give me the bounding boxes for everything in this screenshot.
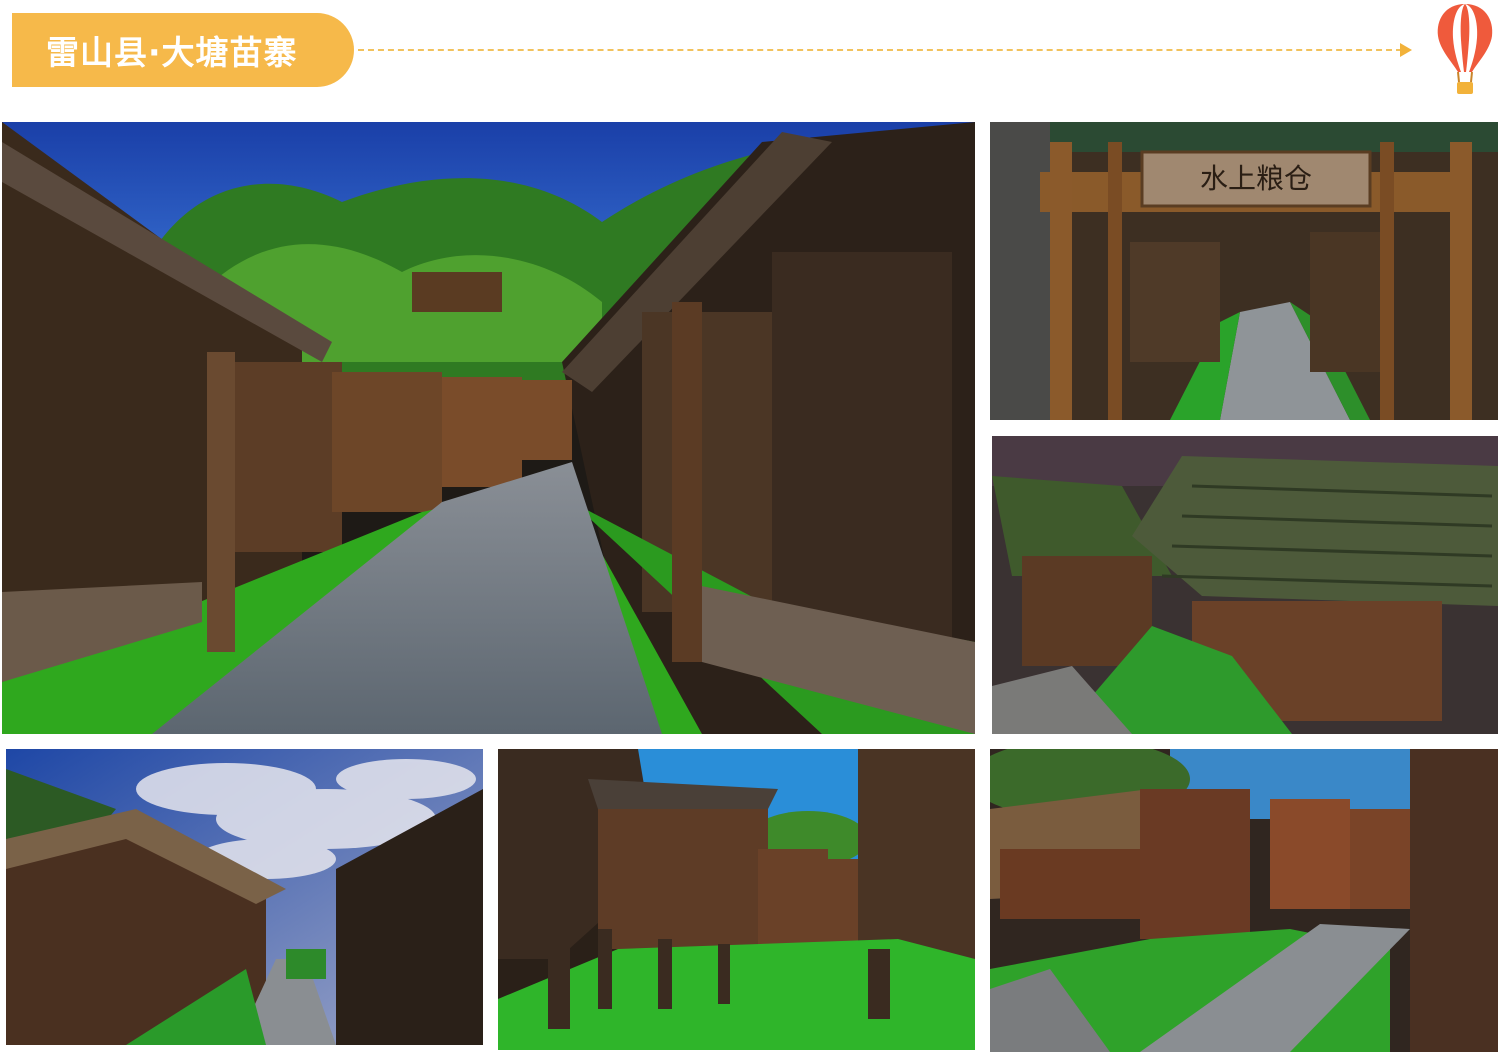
hot-air-balloon-icon [1437,4,1493,94]
gateway-sign-text: 水上粮仓 [1200,162,1312,195]
title-banner: 雷山县·大塘苗寨 [12,13,354,87]
photo-tiled-roofs [992,436,1498,734]
dashed-divider [358,49,1402,51]
photo-gateway-sign: 水上粮仓 [990,122,1498,420]
photo-cloudy-sky-path [6,749,483,1045]
arrow-icon [1400,43,1412,57]
photo-granaries-green-water-1 [498,749,975,1050]
page-title: 雷山县·大塘苗寨 [46,33,298,72]
photo-granaries-green-water-2 [990,749,1498,1052]
photo-main-stone-path [2,122,975,734]
